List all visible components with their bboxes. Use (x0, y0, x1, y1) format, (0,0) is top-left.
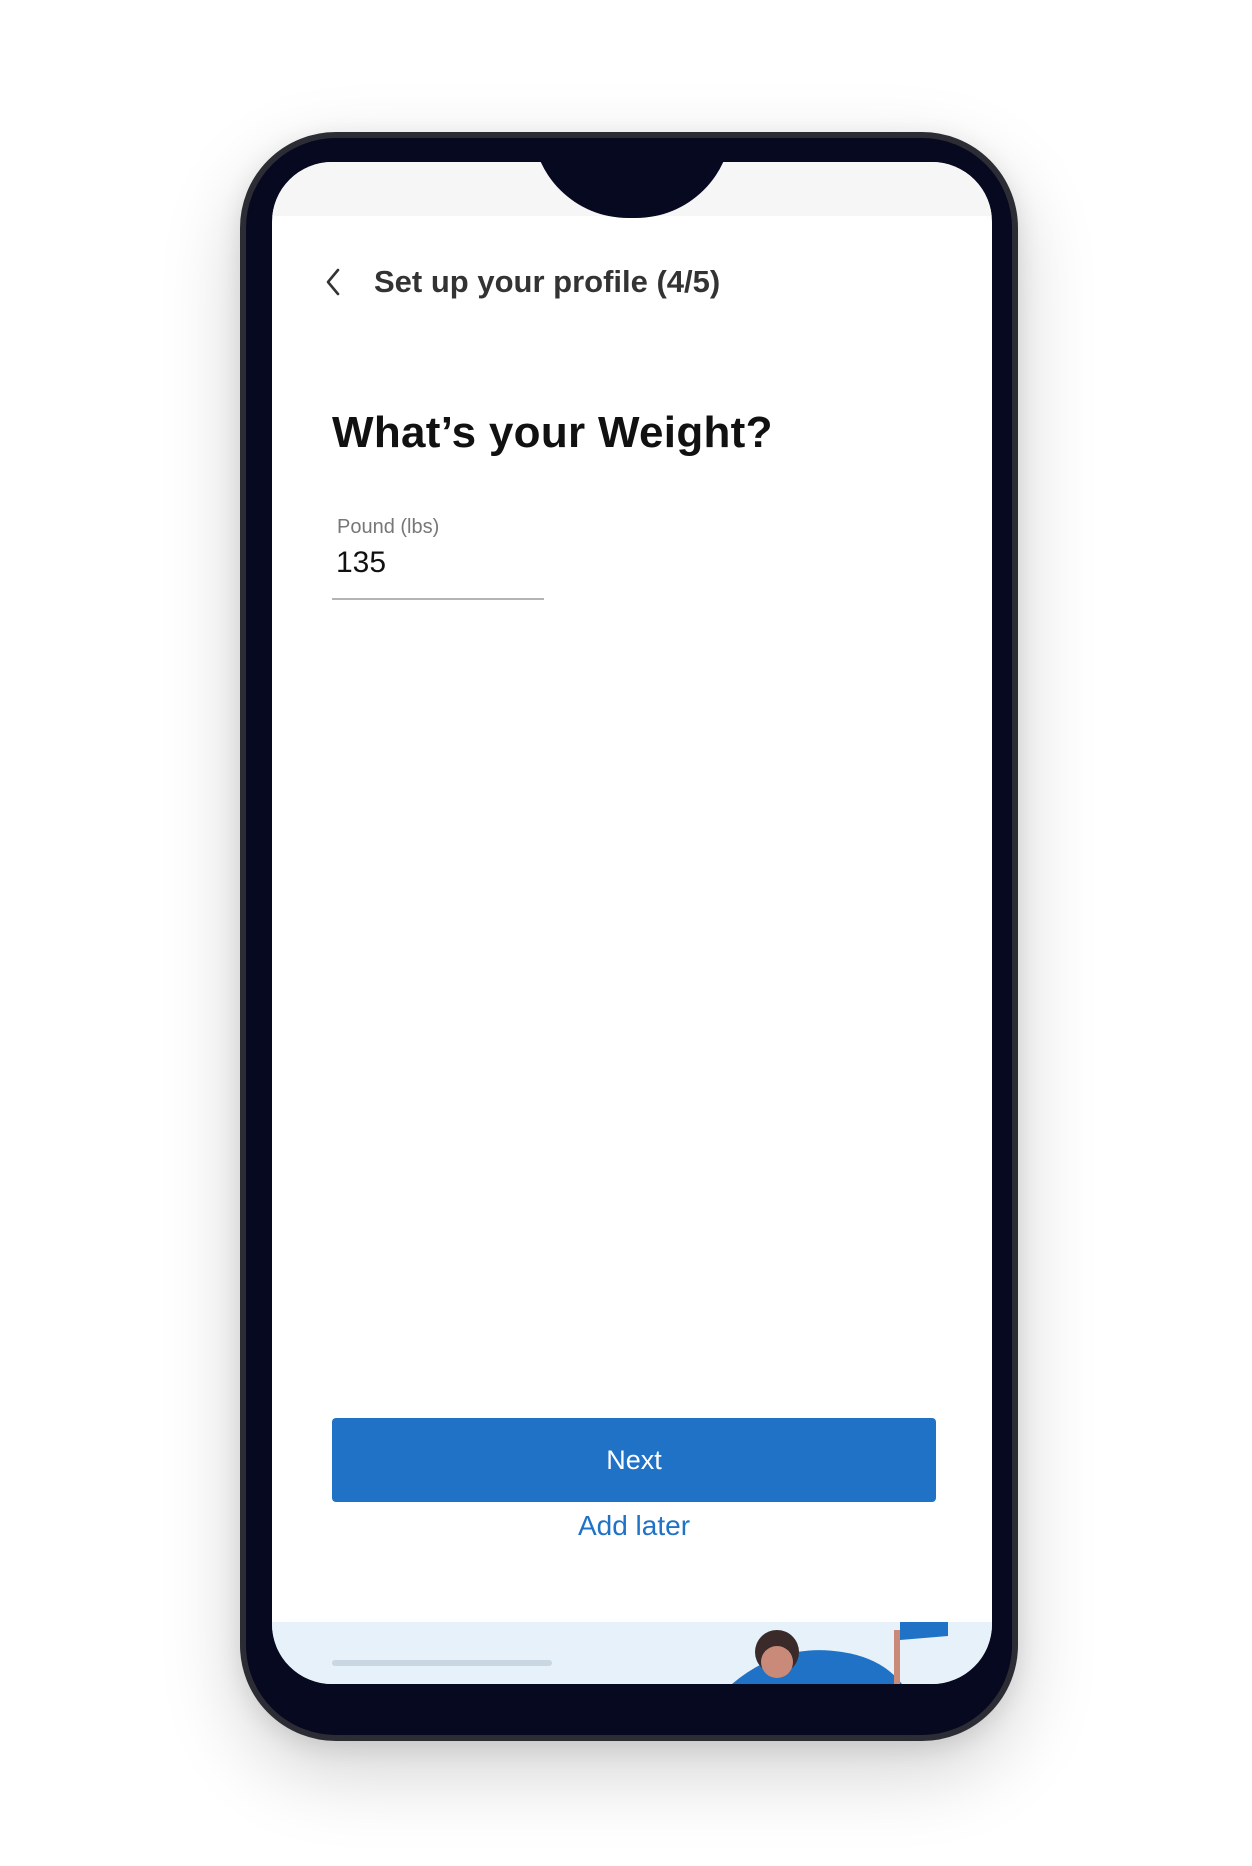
phone-screen: Set up your profile (4/5) What’s your We… (272, 162, 992, 1684)
question-heading: What’s your Weight? (332, 408, 773, 457)
weight-field: Pound (lbs) (332, 514, 544, 600)
underlying-screen-peek (272, 1622, 992, 1684)
weight-input[interactable] (336, 546, 536, 580)
canvas: Set up your profile (4/5) What’s your We… (0, 0, 1252, 1866)
celebration-illustration-icon (732, 1622, 948, 1684)
header: Set up your profile (4/5) (322, 258, 720, 306)
page-title: Set up your profile (4/5) (374, 264, 721, 299)
phone-frame: Set up your profile (4/5) What’s your We… (240, 132, 1018, 1741)
add-later-link[interactable]: Add later (332, 1496, 936, 1556)
next-button[interactable]: Next (332, 1418, 936, 1502)
chevron-left-icon[interactable] (322, 267, 344, 297)
weight-field-label: Pound (lbs) (337, 516, 440, 538)
peek-text-line (332, 1660, 552, 1666)
